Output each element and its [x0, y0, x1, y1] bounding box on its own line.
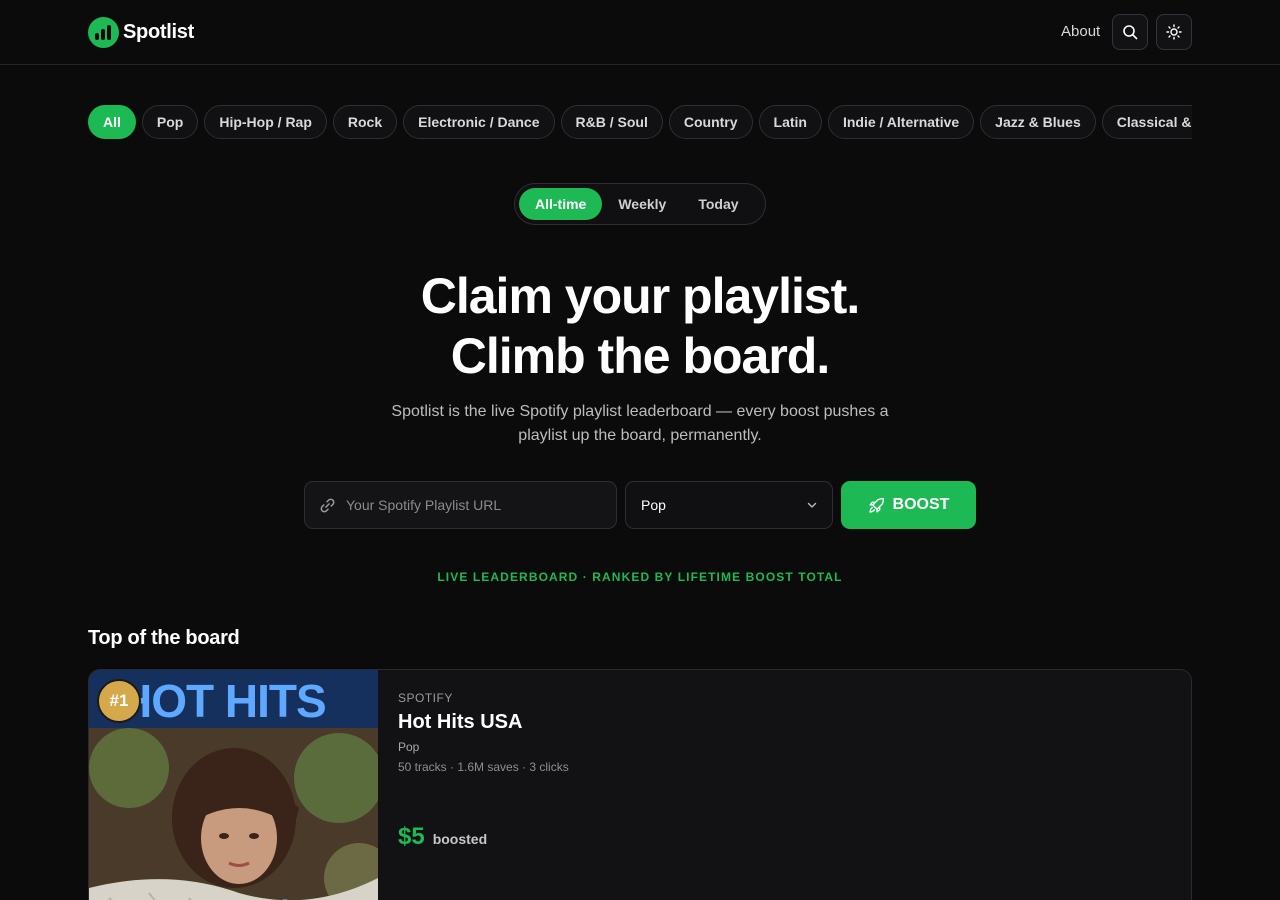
playlist-url-field[interactable] — [304, 481, 617, 529]
period-toggle: All-time Weekly Today — [514, 183, 766, 225]
playlist-stats: 50 tracks · 1.6M saves · 3 clicks — [398, 760, 569, 774]
genre-pill[interactable]: R&B / Soul — [560, 105, 663, 139]
theme-toggle-button[interactable] — [1156, 14, 1192, 50]
genre-pill[interactable]: All — [88, 105, 136, 139]
brand-name: Spotlist — [123, 20, 194, 43]
genre-pill[interactable]: Pop — [141, 105, 199, 139]
boost-amount: $5 — [398, 823, 425, 850]
logo-bars-icon — [88, 16, 119, 48]
section-title: Top of the board — [88, 627, 240, 649]
genre-pill[interactable]: Rock — [332, 105, 398, 139]
search-button[interactable] — [1112, 14, 1148, 50]
genre-pill[interactable]: Latin — [758, 105, 822, 139]
boost-button[interactable]: BOOST — [841, 481, 976, 529]
genre-filter-bar: All Pop Hip-Hop / Rap Rock Electronic / Danc… — [88, 105, 1192, 139]
genre-pill[interactable]: Hip-Hop / Rap — [204, 105, 327, 139]
genre-pill[interactable]: Country — [668, 105, 753, 139]
rank-badge: #1 — [97, 679, 141, 723]
playlist-cover-image: HOT HITS #1 — [89, 670, 378, 900]
cover-title: HOT HITS — [119, 675, 327, 727]
boost-button-label: BOOST — [892, 496, 950, 513]
period-option[interactable]: Weekly — [602, 188, 682, 220]
playlist-genre: Pop — [398, 740, 420, 754]
hero-title: Claim your playlist. Climb the board. — [0, 266, 1280, 386]
playlist-title[interactable]: Hot Hits USA — [398, 711, 522, 734]
boosted-label: boosted — [432, 831, 488, 847]
genre-pill[interactable]: Indie / Alternative — [827, 105, 975, 139]
rocket-icon — [868, 497, 884, 513]
hero-subtitle: Spotlist is the live Spotify playlist le… — [391, 403, 889, 444]
period-option[interactable]: Today — [682, 188, 754, 220]
sun-icon — [1166, 24, 1182, 40]
brand-logo[interactable]: Spotlist — [88, 16, 194, 48]
genre-select[interactable]: Pop — [625, 481, 833, 529]
leaderboard-tagline: LIVE LEADERBOARD · RANKED BY LIFETIME BO… — [437, 570, 843, 584]
playlist-url-input[interactable] — [346, 497, 596, 513]
genre-pill[interactable]: Electronic / Dance — [403, 105, 555, 139]
cover-photo — [89, 728, 378, 900]
search-icon — [1123, 25, 1138, 40]
hero-title-line-2: Climb the board. — [450, 328, 830, 384]
hero-title-line-1: Claim your playlist. — [420, 268, 860, 324]
genre-pill[interactable]: Classical & — [1101, 105, 1192, 139]
link-icon — [320, 498, 335, 512]
top-header: Spotlist About — [0, 0, 1280, 65]
genre-select-value: Pop — [641, 497, 666, 513]
top-playlist-card[interactable]: HOT HITS #1 SPOTIFY Hot Hits USA Pop 50 … — [88, 669, 1192, 900]
period-option[interactable]: All-time — [519, 188, 603, 220]
about-link[interactable]: About — [1061, 23, 1100, 40]
chevron-down-icon — [807, 502, 817, 508]
genre-pill[interactable]: Jazz & Blues — [980, 105, 1096, 139]
boost-total: $5 boosted — [398, 823, 487, 851]
playlist-source: SPOTIFY — [398, 691, 453, 705]
